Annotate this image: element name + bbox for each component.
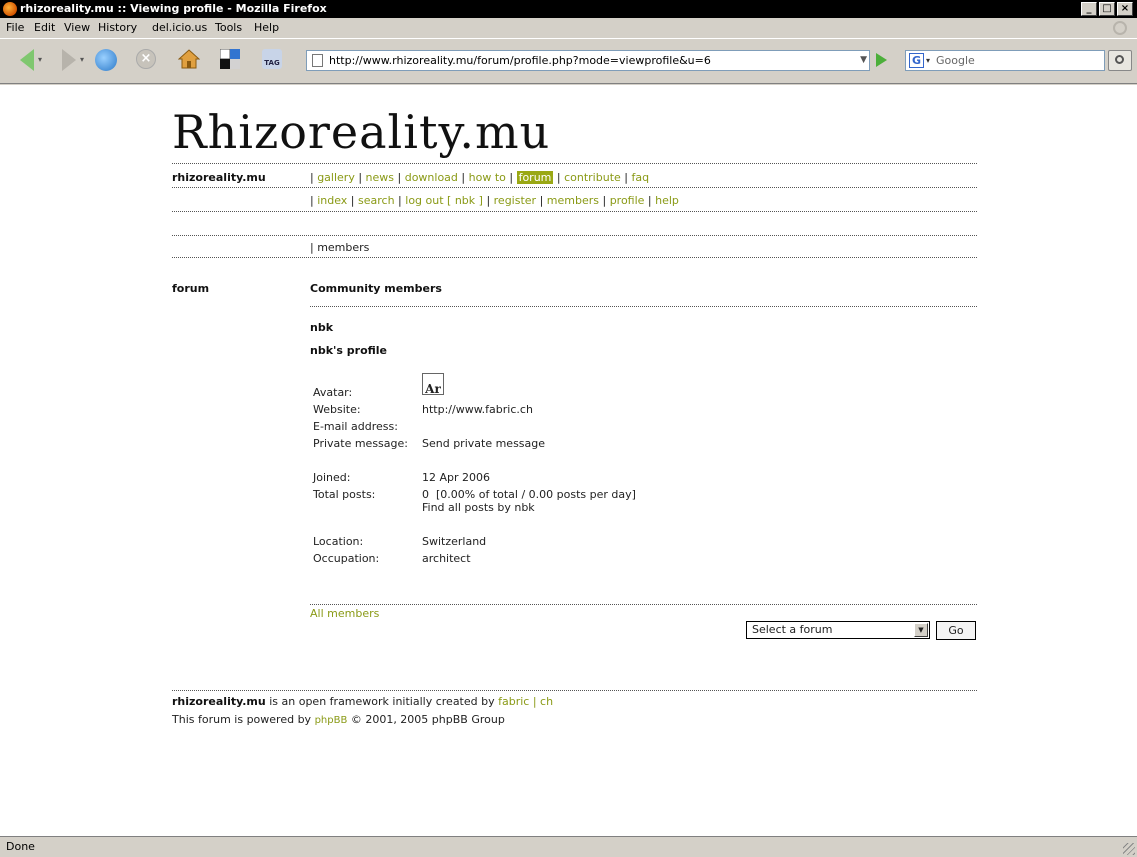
avatar: Ar	[422, 373, 444, 396]
site-title: Rhizoreality.mu	[172, 105, 551, 159]
search-placeholder[interactable]: Google	[936, 51, 975, 70]
status-bar: Done	[0, 836, 1137, 857]
nav-contribute[interactable]: contribute	[564, 171, 621, 184]
location-value: Switzerland	[422, 535, 487, 548]
page-icon	[312, 54, 323, 67]
chevron-down-icon[interactable]: ▼	[914, 623, 928, 637]
go-button[interactable]: Go	[936, 621, 976, 640]
nav-faq[interactable]: faq	[631, 171, 649, 184]
phpbb-link[interactable]: phpBB	[315, 715, 348, 726]
nav-download[interactable]: download	[405, 171, 458, 184]
nav-help[interactable]: help	[655, 194, 679, 207]
menu-help[interactable]: Help	[254, 18, 279, 38]
url-dropdown-icon[interactable]: ▼	[860, 51, 867, 70]
tag-icon[interactable]: TAG	[262, 49, 282, 69]
joined-label: Joined:	[313, 471, 351, 484]
browser-window: rhizoreality.mu :: Viewing profile - Moz…	[0, 0, 1137, 857]
nav-gallery[interactable]: gallery	[317, 171, 355, 184]
forum-select[interactable]: Select a forum ▼	[746, 621, 930, 639]
resize-grip-icon[interactable]	[1123, 843, 1135, 855]
menu-edit[interactable]: Edit	[34, 18, 55, 38]
status-text: Done	[6, 840, 35, 853]
engine-dropdown-icon[interactable]: ▾	[926, 51, 930, 70]
posts-value: 0 [0.00% of total / 0.00 posts per day]	[422, 488, 636, 501]
website-link[interactable]: http://www.fabric.ch	[422, 403, 533, 416]
location-label: Location:	[313, 535, 364, 548]
delicious-icon[interactable]	[219, 48, 240, 69]
minimize-button[interactable]: _	[1081, 2, 1097, 16]
footer-line1: rhizoreality.mu is an open framework ini…	[172, 695, 553, 708]
search-button[interactable]	[1108, 50, 1132, 71]
nav-index[interactable]: index	[317, 194, 347, 207]
footer-text: is an open framework initially created b…	[265, 695, 499, 708]
nav-forum[interactable]: forum	[516, 171, 554, 184]
forum-select-value[interactable]: Select a forum	[752, 622, 832, 638]
page-heading: Community members	[310, 282, 442, 295]
home-icon[interactable]	[177, 49, 201, 69]
primary-nav: | gallery | news | download | how to | f…	[310, 171, 650, 184]
magnifier-icon	[1115, 55, 1124, 64]
footer-line2: This forum is powered by phpBB © 2001, 2…	[172, 713, 505, 726]
nav-search[interactable]: search	[358, 194, 395, 207]
site-brand[interactable]: rhizoreality.mu	[172, 171, 266, 184]
pm-label: Private message:	[313, 437, 408, 450]
throbber-icon	[1113, 21, 1127, 35]
copyright-text: © 2001, 2005 phpBB Group	[347, 713, 505, 726]
nav-how-to[interactable]: how to	[469, 171, 506, 184]
google-icon[interactable]: G	[909, 53, 924, 68]
back-dropdown-icon[interactable]: ▾	[38, 55, 42, 64]
occupation-value: architect	[422, 552, 471, 565]
title-bar: rhizoreality.mu :: Viewing profile - Moz…	[0, 0, 1137, 18]
footer-brand: rhizoreality.mu	[172, 695, 266, 708]
posts-label: Total posts:	[313, 488, 376, 501]
find-posts-link[interactable]: Find all posts by nbk	[422, 501, 535, 514]
navigation-toolbar: ▾ ▾ × TAG http://www.rhizoreality.mu/for…	[0, 38, 1137, 84]
window-title: rhizoreality.mu :: Viewing profile - Moz…	[20, 2, 327, 15]
menu-tools[interactable]: Tools	[215, 18, 242, 38]
menu-history[interactable]: History	[98, 18, 137, 38]
send-pm-link[interactable]: Send private message	[422, 437, 545, 450]
secondary-nav: | index | search | log out [ nbk ] | reg…	[310, 194, 679, 207]
nav-profile[interactable]: profile	[610, 194, 645, 207]
breadcrumb: | members	[310, 241, 370, 254]
occupation-label: Occupation:	[313, 552, 380, 565]
joined-value: 12 Apr 2006	[422, 471, 491, 484]
menu-bar: File Edit View History del.icio.us Tools…	[0, 18, 1137, 38]
username: nbk	[310, 321, 334, 334]
firefox-icon	[3, 2, 17, 16]
nav-logout[interactable]: log out [ nbk ]	[405, 194, 483, 207]
stop-icon[interactable]: ×	[136, 49, 156, 69]
forward-icon[interactable]	[62, 49, 76, 71]
go-arrow-icon[interactable]	[876, 53, 887, 67]
fabric-link[interactable]: fabric | ch	[498, 695, 553, 708]
powered-text: This forum is powered by	[172, 713, 315, 726]
url-text[interactable]: http://www.rhizoreality.mu/forum/profile…	[329, 51, 711, 70]
reload-icon[interactable]	[95, 49, 117, 71]
all-members-link[interactable]: All members	[310, 607, 379, 620]
forward-dropdown-icon[interactable]: ▾	[80, 55, 84, 64]
nav-register[interactable]: register	[494, 194, 536, 207]
menu-delicious[interactable]: del.icio.us	[152, 18, 207, 38]
maximize-button[interactable]: □	[1099, 2, 1115, 16]
nav-members[interactable]: members	[547, 194, 599, 207]
avatar-label: Avatar:	[313, 386, 353, 399]
section-label: forum	[172, 282, 210, 295]
menu-view[interactable]: View	[64, 18, 90, 38]
search-box[interactable]: G ▾ Google	[905, 50, 1105, 71]
close-button[interactable]: ×	[1117, 2, 1133, 16]
nav-news[interactable]: news	[366, 171, 394, 184]
website-label: Website:	[313, 403, 361, 416]
back-icon[interactable]	[20, 49, 34, 71]
breadcrumb-members: members	[317, 241, 370, 254]
url-bar[interactable]: http://www.rhizoreality.mu/forum/profile…	[306, 50, 870, 71]
menu-file[interactable]: File	[6, 18, 24, 38]
email-label: E-mail address:	[313, 420, 398, 433]
page-content: Rhizoreality.mu rhizoreality.mu | galler…	[0, 85, 1137, 836]
profile-title: nbk's profile	[310, 344, 388, 357]
